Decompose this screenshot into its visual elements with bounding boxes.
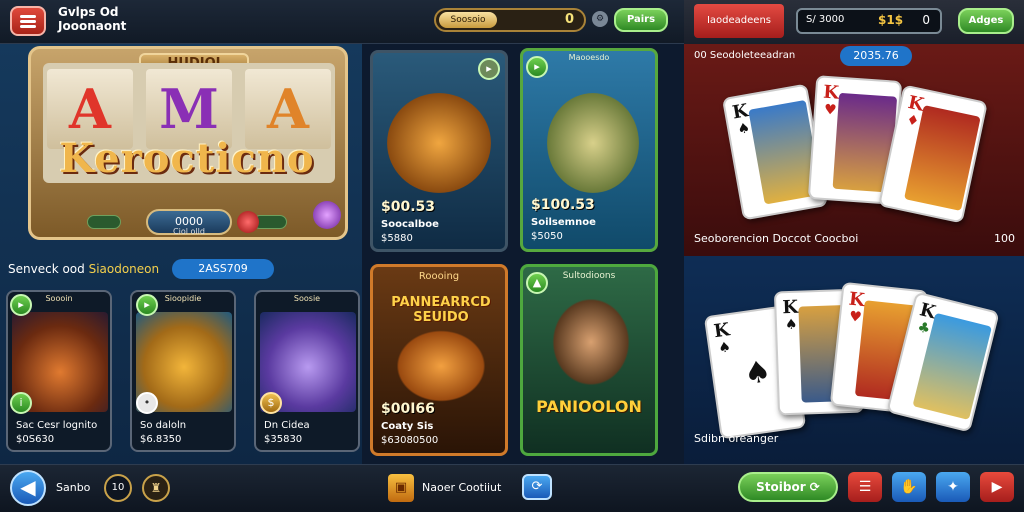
card-title: Soosie — [293, 294, 321, 303]
next-arrow-icon[interactable]: ▶ — [980, 472, 1014, 502]
brand-line-1: Gvlps Od — [58, 5, 119, 19]
card-name: Soocalboe — [381, 219, 439, 230]
score-amount: $1$ — [878, 13, 904, 27]
card-name: Dn Cidea — [264, 420, 310, 431]
refresh-icon[interactable]: ⟳ — [522, 474, 552, 500]
tiger-card[interactable]: Roooing PANNEARRCD SEUIDO $00I66 Coaty S… — [370, 264, 508, 456]
round-counter[interactable]: 10 — [104, 474, 132, 502]
coin-stack-icon[interactable]: $ — [260, 392, 282, 414]
fish-art — [387, 93, 491, 193]
card-amount: $00I66 — [381, 401, 435, 417]
cards-top-caption: Seoborencion Doccot Coocboi — [694, 232, 859, 245]
cards-top-label: 00 Seodoleteeadran — [694, 50, 796, 61]
cards-top-badge: 100 — [994, 232, 1015, 245]
fish-card-1[interactable]: $00.53 Soocalboe $5880 — [370, 50, 508, 252]
cards-top-pill: 2035.76 — [840, 46, 912, 66]
treasure-icon: ▣ — [388, 474, 414, 502]
info-coin-icon[interactable]: ⚙ — [592, 11, 608, 27]
coins-label: Soosoio — [439, 12, 497, 28]
card-name: Soilsemnoe — [531, 217, 596, 228]
coins-value: 0 — [564, 12, 574, 27]
card-banner: PANIOOLON — [536, 397, 642, 416]
section-pill: 2ASS709 — [172, 259, 274, 279]
menu-button[interactable] — [10, 6, 46, 36]
score-value: 0 — [922, 13, 930, 27]
fish-card-2[interactable]: Maooesdo $100.53 Soilsemnoe $5050 — [520, 48, 658, 252]
chat-icon[interactable]: • — [136, 392, 158, 414]
slot-machine[interactable]: HUDIOI A M A Kerocticno 0000 Ciol olld — [28, 46, 348, 240]
card-price: $63080500 — [381, 435, 439, 446]
card-price: $5050 — [531, 231, 563, 242]
play-icon[interactable]: ▸ — [136, 294, 158, 316]
card-name: Sac Cesr lognito — [16, 420, 98, 431]
slot-side-pill-left — [87, 215, 121, 229]
section-label-text: Senveck ood — [8, 262, 89, 276]
purple-gem-icon — [313, 201, 341, 229]
play-icon[interactable]: ▸ — [10, 294, 32, 316]
card-name: Coaty Sis — [381, 421, 434, 432]
section-label-highlight: Siaodoneon — [88, 262, 160, 276]
info-icon[interactable]: i — [10, 392, 32, 414]
back-arrow-icon[interactable]: ◀ — [10, 470, 46, 506]
slot-logo: Kerocticno — [59, 135, 315, 182]
card-amount: $00.53 — [381, 199, 436, 215]
card-title: Roooing — [418, 271, 460, 282]
right-tab[interactable]: Iaodeadeens — [694, 4, 784, 38]
chart-icon[interactable]: ♜ — [142, 474, 170, 502]
card-price: $6.8350 — [140, 434, 182, 445]
score-display: S/ 3000 $1$ 0 — [796, 8, 942, 34]
card-price: $35830 — [264, 434, 303, 445]
score-prefix: S/ 3000 — [806, 14, 845, 25]
fish-art — [547, 93, 639, 193]
right-action-button[interactable]: Adges — [958, 8, 1014, 34]
hand-icon[interactable]: ✋ — [892, 472, 926, 502]
tiger-art — [395, 329, 487, 403]
footer-mid-label: Naoer Cootiiut — [422, 481, 502, 494]
coins-balance: Soosoio 0 — [434, 8, 586, 32]
slot-button-sub: Ciol olld — [173, 227, 205, 236]
footer-label: Sanbo — [56, 481, 91, 494]
up-arrow-icon[interactable]: ▲ — [526, 272, 548, 294]
explorer-art — [551, 297, 631, 387]
brand-line-2: Jooonaont — [58, 19, 127, 33]
puzzle-icon[interactable]: ✦ — [936, 472, 970, 502]
play-button[interactable]: Pairs — [614, 8, 668, 32]
card-amount: $100.53 — [531, 197, 595, 213]
red-gem-icon — [237, 211, 259, 233]
brand-title: Gvlps Od Jooonaont — [58, 5, 126, 33]
card-price: $0S630 — [16, 434, 55, 445]
card-price: $5880 — [381, 233, 413, 244]
section-label: Senveck ood Siaodoneon — [8, 262, 159, 276]
card-banner: PANNEARRCD SEUIDO — [391, 295, 491, 325]
game-card-3[interactable]: Soosie Dn Cidea $35830 — [254, 290, 360, 452]
start-button[interactable]: Stoibor ⟳ — [738, 472, 838, 502]
play-icon[interactable]: ▸ — [526, 56, 548, 78]
card-name: So daloln — [140, 420, 187, 431]
play-icon[interactable]: ▸ — [478, 58, 500, 80]
start-button-label: Stoibor — [756, 480, 806, 494]
list-icon[interactable]: ☰ — [848, 472, 882, 502]
cards-bottom-caption: Sdibn oreanger — [694, 432, 779, 445]
spade-icon: ♠ — [741, 353, 774, 393]
